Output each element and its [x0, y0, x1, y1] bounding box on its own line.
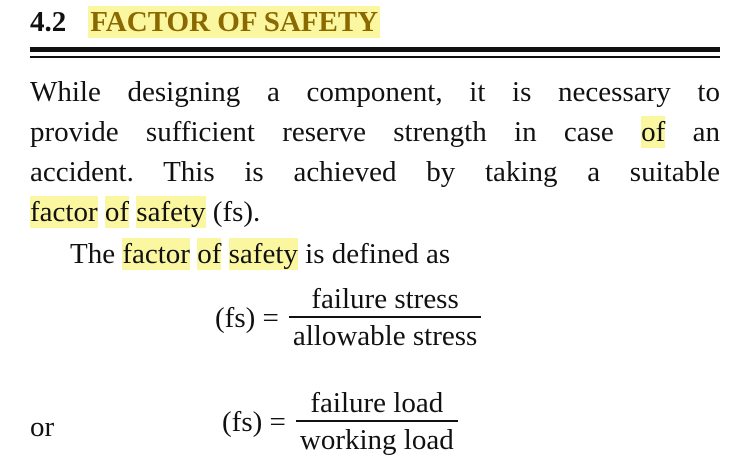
fraction-denominator: working load — [299, 424, 454, 456]
definition-text: The — [70, 238, 123, 270]
highlight: safety — [136, 196, 206, 228]
section-title: FACTOR OF SAFETY — [88, 6, 381, 38]
definition-line: The factor of safety is defined as — [70, 234, 450, 274]
paragraph-line-1: While designing a component, it is neces… — [30, 76, 720, 108]
highlight: factor — [30, 196, 98, 228]
fraction-numerator: failure stress — [311, 283, 459, 315]
equation-lhs: (fs) = — [215, 301, 279, 334]
highlight: safety — [228, 238, 298, 270]
paragraph-line-2: provide sufficient reserve strength in c… — [30, 112, 720, 152]
paragraph-text: provide sufficient reserve strength in c… — [30, 116, 642, 148]
fraction: failure load working load — [295, 386, 458, 458]
section-heading: 4.2 FACTOR OF SAFETY — [30, 2, 381, 42]
highlight: factor — [122, 238, 190, 270]
highlight: of — [641, 116, 666, 148]
equation-lhs: (fs) = — [222, 405, 286, 438]
body-paragraph: While designing a component, it is neces… — [30, 72, 720, 232]
paragraph-line-4: factor of safety (fs). — [30, 192, 720, 232]
highlight: of — [197, 238, 222, 270]
heading-rule-thin — [30, 56, 720, 58]
highlight: of — [104, 196, 130, 228]
equation-2: (fs) = failure load working load — [222, 386, 458, 458]
heading-rule-thick — [30, 47, 720, 52]
paragraph-text: an — [665, 116, 720, 148]
equation-1: (fs) = failure stress allowable stress — [215, 282, 482, 354]
fraction-numerator: failure load — [310, 387, 444, 419]
paragraph-line-3: accident. This is achieved by taking a s… — [30, 156, 720, 188]
definition-text: is defined as — [297, 238, 451, 270]
fraction-denominator: allowable stress — [292, 320, 478, 352]
paragraph-text: (fs). — [205, 196, 261, 228]
or-label: or — [30, 411, 55, 443]
fraction: failure stress allowable stress — [288, 282, 482, 354]
section-number: 4.2 — [30, 6, 67, 38]
